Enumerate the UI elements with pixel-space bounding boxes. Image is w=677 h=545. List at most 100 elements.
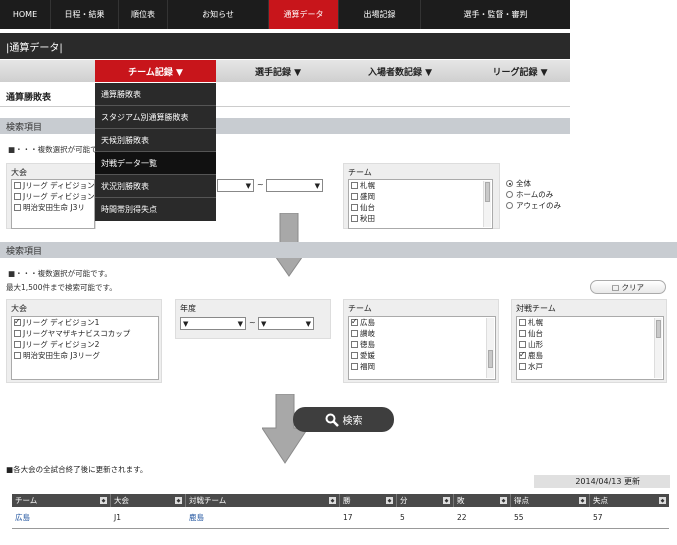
col-goals-against[interactable]: 失点 ◆ [590,494,669,507]
list-item[interactable]: Jリーグ ディビジョン1 [12,317,158,328]
tab-league-records[interactable]: リーグ記録 ▼ [470,60,570,82]
list-item[interactable]: 札幌 [517,317,663,328]
checkbox[interactable] [14,341,21,348]
scrollbar[interactable] [486,318,494,378]
list-item[interactable]: 秋田 [349,213,492,224]
list-item[interactable]: 明治安田生命 J3リーグ [12,350,158,361]
sort-icon[interactable]: ◆ [175,497,182,504]
year-to-select-top[interactable]: ▼ [266,179,323,192]
list-item[interactable]: Jリーグ ディビジョン [12,191,94,202]
checkbox[interactable] [519,349,526,360]
year-from-select[interactable]: ▼ ▼ [180,317,246,330]
checkbox[interactable] [519,341,526,348]
tab-team-records[interactable]: チーム記録 ▼ [95,60,216,82]
scroll-thumb[interactable] [485,182,490,202]
menu-item-matchup-data[interactable]: 対戦データ一覧 [95,152,216,175]
tab-player-records[interactable]: 選手記録 ▼ [228,60,328,82]
sort-icon[interactable]: ◆ [100,497,107,504]
col-opponent[interactable]: 対戦チーム ◆ [186,494,340,507]
col-tournament[interactable]: 大会 ◆ [111,494,186,507]
radio-button[interactable] [506,191,513,198]
sort-icon[interactable]: ◆ [659,497,666,504]
checkbox[interactable] [14,204,21,211]
menu-item-total-record[interactable]: 通算勝敗表 [95,83,216,106]
tab-attendance-records[interactable]: 入場者数記録 ▼ [340,60,460,82]
nav-news[interactable]: お知らせ [168,0,269,29]
checkbox[interactable] [519,363,526,370]
nav-schedule[interactable]: 日程・結果 [51,0,119,29]
list-item[interactable]: Jリーグヤマザキナビスコカップ [12,328,158,339]
scroll-thumb[interactable] [488,350,493,368]
radio-home[interactable]: ホームのみ [506,189,561,200]
sort-icon[interactable]: ◆ [386,497,393,504]
checkbox[interactable] [351,352,358,359]
checkbox[interactable] [519,319,526,326]
cell-team-link[interactable]: 広島 [12,507,111,528]
checkbox[interactable] [351,330,358,337]
list-item[interactable]: 鹿島 [517,349,663,361]
list-item[interactable]: Jリーグ ディビジョン [12,180,94,191]
list-item[interactable]: 盛岡 [349,191,492,202]
checkbox[interactable] [14,317,21,327]
nav-appearances[interactable]: 出場記録 [339,0,421,29]
checkbox[interactable] [351,363,358,370]
list-item[interactable]: 讃岐 [349,328,495,339]
list-item[interactable]: 徳島 [349,339,495,350]
year-from-select-top[interactable]: ▼ [217,179,254,192]
checkbox[interactable] [14,193,21,200]
scroll-thumb[interactable] [656,320,661,338]
tournament-list[interactable]: Jリーグ ディビジョン1 Jリーグヤマザキナビスコカップ Jリーグ ディビジョン… [11,316,159,380]
menu-item-situation-record[interactable]: 状況別勝敗表 [95,175,216,198]
list-item[interactable]: 広島 [349,317,495,328]
nav-home[interactable]: HOME [0,0,51,29]
checkbox[interactable] [351,341,358,348]
col-team[interactable]: チーム ◆ [12,494,111,507]
list-item[interactable]: 愛媛 [349,350,495,361]
checkbox[interactable] [14,330,21,337]
sort-icon[interactable]: ◆ [500,497,507,504]
tournament-list-top[interactable]: Jリーグ ディビジョン Jリーグ ディビジョン 明治安田生命 J3リ [11,179,95,229]
nav-stats[interactable]: 通算データ [269,0,339,29]
radio-button[interactable] [506,202,513,209]
col-losses[interactable]: 敗 ◆ [454,494,511,507]
list-item[interactable]: 明治安田生命 J3リ [12,202,94,213]
cell-opponent-link[interactable]: 鹿島 [186,507,340,528]
sort-icon[interactable]: ◆ [443,497,450,504]
nav-players[interactable]: 選手・監督・審判 [421,0,570,29]
list-item[interactable]: 水戸 [517,361,663,372]
col-goals-for[interactable]: 得点 ◆ [511,494,590,507]
col-draws[interactable]: 分 ◆ [397,494,454,507]
year-to-select[interactable]: ▼ ▼ [258,317,314,330]
checkbox[interactable] [519,330,526,337]
checkbox[interactable] [14,182,21,189]
search-button[interactable]: 検索 [293,407,394,432]
clear-button[interactable]: □ クリア [590,280,666,294]
list-item[interactable]: 仙台 [349,202,492,213]
opponent-list[interactable]: 札幌 仙台 山形 鹿島 水戸 [516,316,664,380]
radio-all[interactable]: 全体 [506,178,561,189]
checkbox[interactable] [351,204,358,211]
menu-item-weather-record[interactable]: 天候別勝敗表 [95,129,216,152]
checkbox[interactable] [351,193,358,200]
checkbox[interactable] [351,215,358,222]
list-item[interactable]: 福岡 [349,361,495,372]
checkbox[interactable] [14,352,21,359]
radio-away[interactable]: アウェイのみ [506,200,561,211]
scrollbar[interactable] [654,318,662,378]
col-wins[interactable]: 勝 ◆ [340,494,397,507]
sort-icon[interactable]: ◆ [329,497,336,504]
team-list[interactable]: 広島 讃岐 徳島 愛媛 福岡 [348,316,496,380]
list-item[interactable]: 山形 [517,339,663,350]
menu-item-stadium-record[interactable]: スタジアム別通算勝敗表 [95,106,216,129]
sort-icon[interactable]: ◆ [579,497,586,504]
list-item[interactable]: Jリーグ ディビジョン2 [12,339,158,350]
checkbox[interactable] [351,182,358,189]
list-item[interactable]: 札幌 [349,180,492,191]
checkbox[interactable] [351,317,358,327]
nav-standings[interactable]: 順位表 [119,0,168,29]
list-item[interactable]: 仙台 [517,328,663,339]
radio-button[interactable] [506,180,513,187]
team-list-top[interactable]: 札幌 盛岡 仙台 秋田 [348,179,493,229]
scrollbar[interactable] [483,181,491,227]
menu-item-time-goals[interactable]: 時間帯別得失点 [95,198,216,221]
